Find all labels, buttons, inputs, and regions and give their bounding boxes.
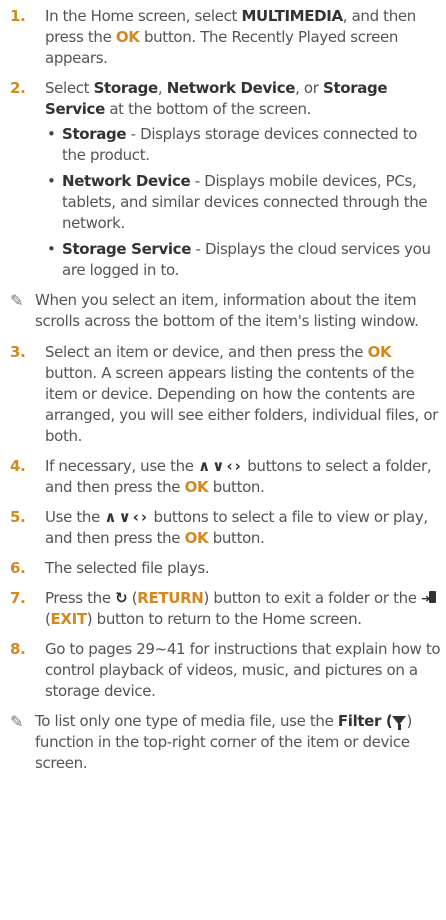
ok-button-label: OK (184, 529, 209, 547)
step-6: 6. The selected file plays. (10, 558, 442, 579)
keyword-filter: Filter (337, 712, 382, 730)
bullet-dot: • (47, 240, 56, 258)
ok-button-label: OK (115, 28, 140, 46)
step-7: 7. Press the ↻ (RETURN) button to exit a… (10, 588, 442, 630)
step-number: 2. (10, 79, 26, 97)
step-text: button. A screen appears listing the con… (45, 364, 438, 445)
exit-icon: ➜ (421, 591, 437, 605)
step-text: , (157, 79, 167, 97)
sub-item-network-device: • Network Device - Displays mobile devic… (45, 171, 442, 234)
bullet-dot: • (47, 172, 56, 190)
step-5: 5. Use the ∧∨‹› buttons to select a file… (10, 507, 442, 549)
note-1: ✎ When you select an item, information a… (10, 290, 442, 332)
note-text: When you select an item, information abo… (35, 291, 419, 330)
sub-item-label: Network Device (62, 172, 191, 190)
step-2: 2. Select Storage, Network Device, or St… (10, 78, 442, 281)
note-text: To list only one type of media file, use… (35, 712, 338, 730)
step-number: 5. (10, 508, 26, 526)
step-number: 1. (10, 7, 26, 25)
bullet-dot: • (47, 125, 56, 143)
step-text: In the Home screen, select (45, 7, 242, 25)
return-button-label: RETURN (137, 589, 204, 607)
step-number: 4. (10, 457, 26, 475)
instruction-document: 1. In the Home screen, select MULTIMEDIA… (0, 0, 446, 774)
step-text: If necessary, use the (45, 457, 199, 475)
pencil-note-icon: ✎ (10, 712, 24, 731)
step-number: 7. (10, 589, 26, 607)
ok-button-label: OK (184, 478, 209, 496)
step-text: at the bottom of the screen. (104, 100, 312, 118)
step-text: Go to pages 29~41 for instructions that … (45, 640, 441, 700)
arrow-keys-icon: ∧∨‹› (104, 508, 150, 526)
step-3: 3. Select an item or device, and then pr… (10, 342, 442, 447)
sub-item-label: Storage Service (62, 240, 192, 258)
pencil-note-icon: ✎ (10, 291, 24, 310)
filter-icon (392, 716, 407, 730)
note-2: ✎ To list only one type of media file, u… (10, 711, 442, 774)
step-text: button. (208, 529, 265, 547)
step-text: ( (127, 589, 138, 607)
sub-item-storage: • Storage - Displays storage devices con… (45, 124, 442, 166)
keyword-multimedia: MULTIMEDIA (241, 7, 343, 25)
step-text: Select (45, 79, 94, 97)
step-text: Select an item or device, and then press… (45, 343, 368, 361)
step-text: Use the (45, 508, 105, 526)
step-number: 6. (10, 559, 26, 577)
keyword-storage: Storage (93, 79, 159, 97)
step-text: Press the (45, 589, 116, 607)
step-number: 3. (10, 343, 26, 361)
sub-item-storage-service: • Storage Service - Displays the cloud s… (45, 239, 442, 281)
step-text: , or (295, 79, 323, 97)
step-text: The selected file plays. (45, 559, 210, 577)
note-text: ( (381, 712, 393, 730)
sub-item-label: Storage (62, 125, 127, 143)
return-icon: ↻ (115, 589, 128, 607)
step-text: ) button to exit a folder or the (203, 589, 422, 607)
step-text: button. (208, 478, 265, 496)
keyword-network-device: Network Device (166, 79, 296, 97)
step-1: 1. In the Home screen, select MULTIMEDIA… (10, 6, 442, 69)
ok-button-label: OK (367, 343, 392, 361)
step-text: ) button to return to the Home screen. (86, 610, 362, 628)
step-number: 8. (10, 640, 26, 658)
step-8: 8. Go to pages 29~41 for instructions th… (10, 639, 442, 702)
arrow-keys-icon: ∧∨‹› (198, 457, 243, 475)
exit-button-label: EXIT (50, 610, 88, 628)
step-4: 4. If necessary, use the ∧∨‹› buttons to… (10, 456, 442, 498)
